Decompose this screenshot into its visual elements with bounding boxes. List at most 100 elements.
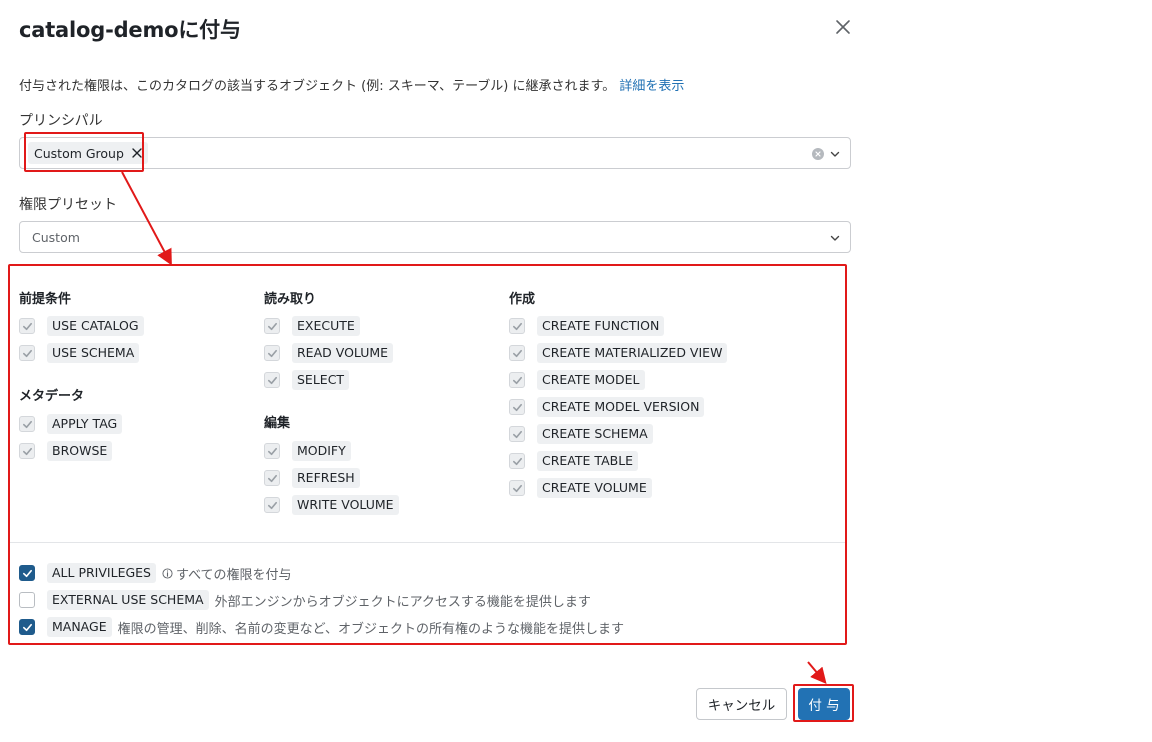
section-divider	[10, 542, 846, 543]
privilege-label: CREATE MODEL VERSION	[537, 397, 705, 417]
check-icon	[267, 447, 277, 455]
privilege-checkbox[interactable]	[264, 372, 280, 388]
privilege-checkbox[interactable]	[264, 470, 280, 486]
grant-button[interactable]: 付 与	[798, 688, 850, 720]
dialog-title: catalog-demoに付与	[19, 18, 241, 42]
dialog-description: 付与された権限は、このカタログの該当するオブジェクト (例: スキーマ、テーブル…	[19, 75, 684, 94]
check-icon	[512, 484, 522, 492]
special-privilege-hint: 権限の管理、削除、名前の変更など、オブジェクトの所有権のような機能を提供します	[117, 621, 624, 637]
check-icon	[267, 474, 277, 482]
privilege-label: BROWSE	[47, 441, 113, 461]
special-privilege-label: EXTERNAL USE SCHEMA	[47, 590, 209, 610]
check-icon	[512, 376, 522, 384]
group-title-prereq: 前提条件	[19, 292, 72, 307]
privilege-checkbox[interactable]	[264, 443, 280, 459]
privilege-label: USE SCHEMA	[47, 343, 140, 363]
privilege-checkbox[interactable]	[509, 345, 525, 361]
privilege-checkbox[interactable]	[19, 443, 35, 459]
learn-more-link[interactable]: 詳細を表示	[619, 79, 684, 94]
privilege-label: READ VOLUME	[292, 343, 394, 363]
privilege-item: CREATE MATERIALIZED VIEW	[509, 343, 728, 363]
privilege-checkbox[interactable]	[509, 426, 525, 442]
info-icon	[162, 567, 173, 579]
check-icon	[267, 349, 277, 357]
special-privilege-checkbox[interactable]	[19, 565, 35, 581]
privilege-item: READ VOLUME	[264, 343, 394, 363]
privilege-label: USE CATALOG	[47, 316, 144, 336]
privilege-label: APPLY TAG	[47, 414, 123, 434]
special-privilege-label: ALL PRIVILEGES	[47, 563, 156, 583]
cancel-button[interactable]: キャンセル	[696, 688, 787, 720]
special-privilege-item: ALL PRIVILEGES すべての権限を付与	[19, 563, 292, 583]
special-privilege-label: MANAGE	[47, 617, 112, 637]
check-icon	[22, 420, 32, 428]
group-title-edit: 編集	[264, 416, 291, 431]
principal-label: プリンシパル	[19, 113, 103, 129]
privilege-item: CREATE FUNCTION	[509, 316, 665, 336]
privilege-label: CREATE FUNCTION	[537, 316, 665, 336]
privilege-label: WRITE VOLUME	[292, 495, 399, 515]
privilege-checkbox[interactable]	[509, 453, 525, 469]
privilege-item: EXECUTE	[264, 316, 360, 336]
description-text: 付与された権限は、このカタログの該当するオブジェクト (例: スキーマ、テーブル…	[19, 79, 616, 94]
privilege-item: CREATE VOLUME	[509, 478, 652, 498]
special-privilege-item: MANAGE 権限の管理、削除、名前の変更など、オブジェクトの所有権のような機能を…	[19, 617, 624, 637]
privilege-checkbox[interactable]	[264, 345, 280, 361]
privilege-item: CREATE MODEL	[509, 370, 645, 390]
privilege-item: USE SCHEMA	[19, 343, 140, 363]
privilege-checkbox[interactable]	[509, 480, 525, 496]
privilege-label: CREATE SCHEMA	[537, 424, 653, 444]
preset-label: 権限プリセット	[19, 197, 117, 213]
privilege-checkbox[interactable]	[19, 345, 35, 361]
chevron-down-icon[interactable]	[830, 149, 840, 159]
privilege-item: CREATE MODEL VERSION	[509, 397, 705, 417]
check-icon	[512, 430, 522, 438]
privilege-item: CREATE SCHEMA	[509, 424, 653, 444]
privilege-checkbox[interactable]	[264, 318, 280, 334]
clear-circle-icon[interactable]	[812, 148, 824, 160]
privilege-checkbox[interactable]	[19, 318, 35, 334]
check-icon	[22, 322, 32, 330]
privilege-checkbox[interactable]	[509, 372, 525, 388]
principal-select[interactable]: Custom Group	[19, 137, 851, 169]
check-icon	[512, 403, 522, 411]
check-icon	[22, 623, 32, 631]
close-button[interactable]	[832, 16, 854, 38]
privilege-checkbox[interactable]	[509, 399, 525, 415]
check-icon	[22, 447, 32, 455]
privilege-item: REFRESH	[264, 468, 360, 488]
privilege-item: WRITE VOLUME	[264, 495, 399, 515]
check-icon	[512, 457, 522, 465]
check-icon	[267, 501, 277, 509]
check-icon	[512, 322, 522, 330]
special-privilege-hint: すべての権限を付与	[162, 564, 292, 583]
preset-value: Custom	[32, 230, 80, 245]
privilege-checkbox[interactable]	[264, 497, 280, 513]
privilege-label: CREATE MODEL	[537, 370, 645, 390]
group-title-metadata: メタデータ	[19, 389, 85, 404]
privilege-item: SELECT	[264, 370, 350, 390]
privilege-checkbox[interactable]	[19, 416, 35, 432]
principal-chip: Custom Group	[28, 142, 148, 164]
privilege-item: APPLY TAG	[19, 414, 123, 434]
privilege-label: CREATE VOLUME	[537, 478, 652, 498]
privilege-checkbox[interactable]	[509, 318, 525, 334]
chevron-down-icon[interactable]	[830, 233, 840, 243]
privilege-label: SELECT	[292, 370, 350, 390]
special-privilege-checkbox[interactable]	[19, 619, 35, 635]
arrow-to-grant	[807, 661, 827, 685]
privilege-label: REFRESH	[292, 468, 360, 488]
close-icon	[836, 20, 850, 34]
privilege-label: MODIFY	[292, 441, 351, 461]
principal-chip-label: Custom Group	[34, 145, 124, 161]
privilege-label: CREATE TABLE	[537, 451, 639, 471]
group-title-read: 読み取り	[264, 292, 317, 307]
check-icon	[22, 349, 32, 357]
privilege-label: CREATE MATERIALIZED VIEW	[537, 343, 728, 363]
privilege-item: MODIFY	[264, 441, 351, 461]
special-privilege-checkbox[interactable]	[19, 592, 35, 608]
remove-chip-icon[interactable]	[132, 148, 142, 158]
preset-select[interactable]: Custom	[19, 221, 851, 253]
special-privilege-item: EXTERNAL USE SCHEMA 外部エンジンからオブジェクトにアクセスする…	[19, 590, 591, 610]
privilege-item: BROWSE	[19, 441, 113, 461]
